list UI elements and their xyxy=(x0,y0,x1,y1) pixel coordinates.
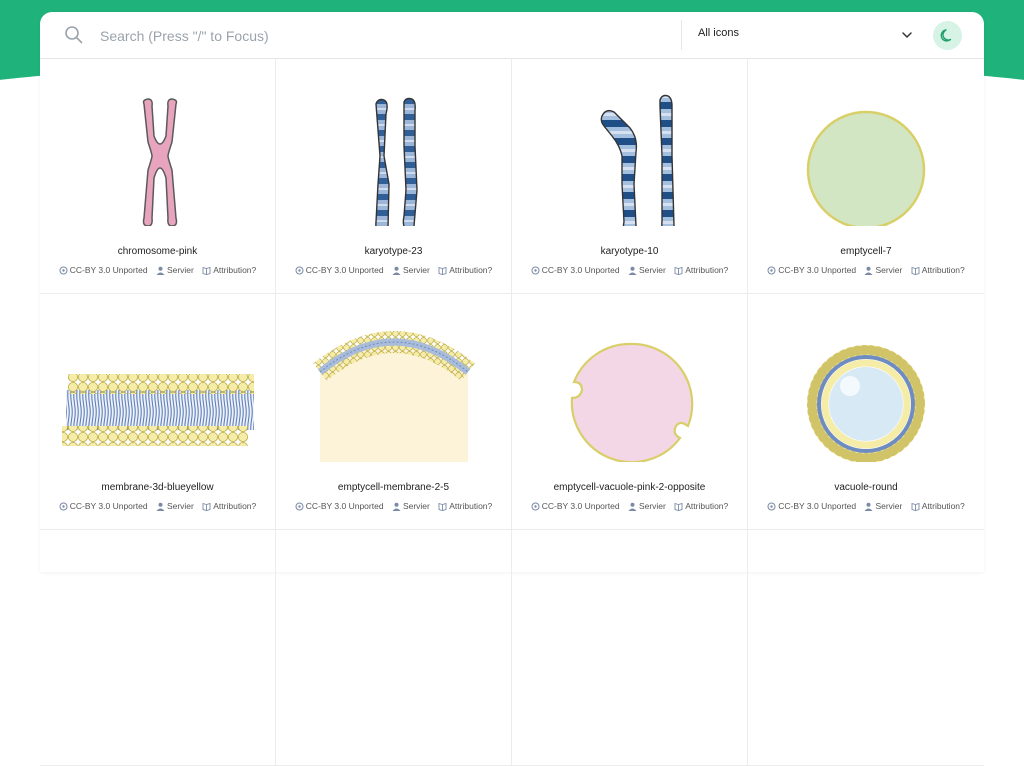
author-label: Servier xyxy=(864,265,902,275)
user-icon xyxy=(864,266,873,275)
attribution-link[interactable]: Attribution? xyxy=(202,265,256,275)
attribution-link[interactable]: Attribution? xyxy=(674,501,728,511)
icon-card[interactable]: emptycell-membrane-2-5 CC-BY 3.0 Unporte… xyxy=(276,294,512,530)
search-input[interactable] xyxy=(98,20,662,52)
user-icon xyxy=(392,502,401,511)
icon-meta: CC-BY 3.0 Unported Servier Attribution? xyxy=(40,265,275,275)
icon-card[interactable] xyxy=(512,530,748,766)
icon-meta: CC-BY 3.0 Unported Servier Attribution? xyxy=(512,265,747,275)
user-icon xyxy=(864,502,873,511)
license-icon xyxy=(767,502,776,511)
icon-name: chromosome-pink xyxy=(117,246,198,257)
book-icon xyxy=(674,266,683,275)
search-bar: All icons xyxy=(40,12,984,59)
icon-card[interactable]: karyotype-10 CC-BY 3.0 Unported Servier … xyxy=(512,58,748,294)
attribution-link[interactable]: Attribution? xyxy=(438,265,492,275)
license-icon xyxy=(295,266,304,275)
icon-card[interactable] xyxy=(748,530,984,766)
book-icon xyxy=(674,502,683,511)
karyotype-23-image xyxy=(375,97,418,226)
icon-name: emptycell-membrane-2-5 xyxy=(337,482,450,493)
license-label: CC-BY 3.0 Unported xyxy=(295,501,384,511)
book-icon xyxy=(438,266,447,275)
book-icon xyxy=(438,502,447,511)
user-icon xyxy=(628,502,637,511)
user-icon xyxy=(156,266,165,275)
book-icon xyxy=(202,502,211,511)
book-icon xyxy=(911,502,920,511)
icon-meta: CC-BY 3.0 Unported Servier Attribution? xyxy=(748,265,984,275)
membrane-3d-blueyellow-image xyxy=(62,374,254,446)
icon-browser-panel: All icons chromosome-pink CC-BY 3.0 Unpo… xyxy=(40,12,984,766)
icon-name: karyotype-23 xyxy=(364,246,423,257)
icon-meta: CC-BY 3.0 Unported Servier Attribution? xyxy=(276,501,511,511)
license-icon xyxy=(531,502,540,511)
icon-meta: CC-BY 3.0 Unported Servier Attribution? xyxy=(276,265,511,275)
icon-name: vacuole-round xyxy=(834,482,898,493)
license-label: CC-BY 3.0 Unported xyxy=(531,265,620,275)
license-label: CC-BY 3.0 Unported xyxy=(59,501,148,511)
icon-meta: CC-BY 3.0 Unported Servier Attribution? xyxy=(748,501,984,511)
attribution-link[interactable]: Attribution? xyxy=(202,501,256,511)
emptycell-vacuole-pink-2-opposite-image xyxy=(570,342,694,462)
icon-meta: CC-BY 3.0 Unported Servier Attribution? xyxy=(40,501,275,511)
author-label: Servier xyxy=(156,265,194,275)
author-label: Servier xyxy=(628,265,666,275)
attribution-link[interactable]: Attribution? xyxy=(438,501,492,511)
karyotype-10-image xyxy=(600,94,675,226)
user-icon xyxy=(156,502,165,511)
icon-name: emptycell-7 xyxy=(840,246,892,257)
license-label: CC-BY 3.0 Unported xyxy=(767,265,856,275)
license-label: CC-BY 3.0 Unported xyxy=(767,501,856,511)
author-label: Servier xyxy=(628,501,666,511)
icon-card[interactable]: emptycell-vacuole-pink-2-opposite CC-BY … xyxy=(512,294,748,530)
icon-name: membrane-3d-blueyellow xyxy=(101,482,214,493)
emptycell-membrane-2-5-image xyxy=(313,331,475,462)
emptycell-7-image xyxy=(806,110,926,226)
icon-card[interactable]: membrane-3d-blueyellow CC-BY 3.0 Unporte… xyxy=(40,294,276,530)
moon-icon xyxy=(940,29,952,42)
author-label: Servier xyxy=(392,501,430,511)
license-icon xyxy=(59,266,68,275)
icon-card[interactable]: vacuole-round CC-BY 3.0 Unported Servier… xyxy=(748,294,984,530)
license-icon xyxy=(767,266,776,275)
attribution-link[interactable]: Attribution? xyxy=(911,501,965,511)
icon-card[interactable]: karyotype-23 CC-BY 3.0 Unported Servier … xyxy=(276,58,512,294)
theme-toggle-button[interactable] xyxy=(933,21,962,50)
icon-card[interactable] xyxy=(276,530,512,766)
user-icon xyxy=(392,266,401,275)
author-label: Servier xyxy=(392,265,430,275)
license-label: CC-BY 3.0 Unported xyxy=(531,501,620,511)
author-label: Servier xyxy=(864,501,902,511)
chevron-down-icon xyxy=(902,32,912,38)
icon-meta: CC-BY 3.0 Unported Servier Attribution? xyxy=(512,501,747,511)
user-icon xyxy=(628,266,637,275)
author-label: Servier xyxy=(156,501,194,511)
icon-card[interactable] xyxy=(40,530,276,766)
chromosome-pink-image xyxy=(142,98,178,226)
divider xyxy=(681,20,682,50)
license-icon xyxy=(295,502,304,511)
vacuole-round-image xyxy=(807,345,925,462)
license-icon xyxy=(59,502,68,511)
filter-selected-value: All icons xyxy=(698,27,739,39)
icon-card[interactable]: chromosome-pink CC-BY 3.0 Unported Servi… xyxy=(40,58,276,294)
book-icon xyxy=(202,266,211,275)
search-icon xyxy=(65,26,83,44)
icon-card[interactable]: emptycell-7 CC-BY 3.0 Unported Servier A… xyxy=(748,58,984,294)
license-label: CC-BY 3.0 Unported xyxy=(295,265,384,275)
license-icon xyxy=(531,266,540,275)
attribution-link[interactable]: Attribution? xyxy=(911,265,965,275)
book-icon xyxy=(911,266,920,275)
icon-name: emptycell-vacuole-pink-2-opposite xyxy=(553,482,706,493)
icon-filter-select[interactable]: All icons xyxy=(698,22,914,48)
license-label: CC-BY 3.0 Unported xyxy=(59,265,148,275)
icon-grid: chromosome-pink CC-BY 3.0 Unported Servi… xyxy=(40,58,984,766)
icon-name: karyotype-10 xyxy=(600,246,659,257)
attribution-link[interactable]: Attribution? xyxy=(674,265,728,275)
